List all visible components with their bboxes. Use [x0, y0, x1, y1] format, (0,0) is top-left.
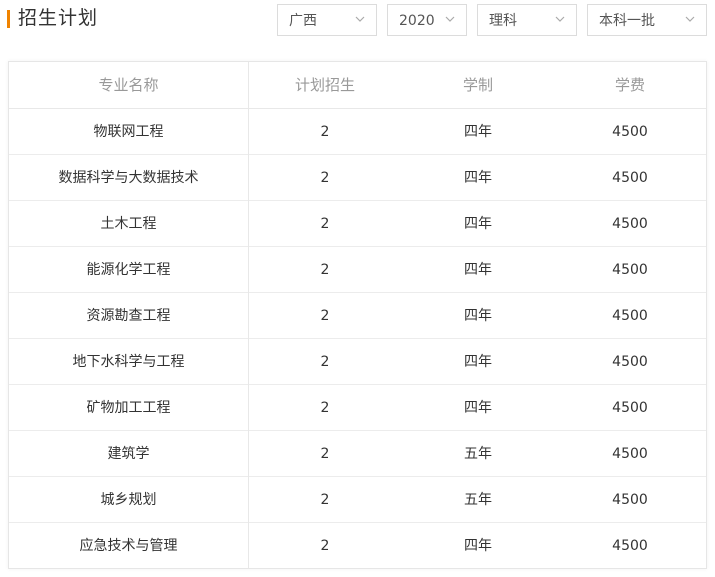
cell-fee: 4500 [612, 446, 648, 462]
cell-fee: 4500 [612, 308, 648, 324]
cell-duration: 四年 [464, 308, 492, 324]
cell-major: 物联网工程 [93, 124, 164, 140]
enrollment-plan-table: 专业名称 计划招生 学制 学费 物联网工程 2 四年 4500 数据科学与大数据… [8, 61, 707, 569]
cell-fee: 4500 [612, 538, 648, 554]
year-select[interactable]: 2020 [387, 4, 467, 36]
table-row: 地下水科学与工程 2 四年 4500 [9, 339, 706, 385]
cell-duration: 四年 [464, 354, 492, 370]
table-row: 矿物加工工程 2 四年 4500 [9, 385, 706, 431]
cell-plan: 2 [320, 492, 330, 508]
table-row: 资源勘查工程 2 四年 4500 [9, 293, 706, 339]
subject-select-value: 理科 [489, 13, 517, 29]
cell-plan: 2 [320, 446, 330, 462]
chevron-down-icon [354, 13, 366, 25]
subject-select[interactable]: 理科 [477, 4, 577, 36]
column-header-fee: 学费 [614, 76, 645, 94]
chevron-down-icon [684, 13, 696, 25]
batch-select[interactable]: 本科一批 [587, 4, 707, 36]
chevron-down-icon [444, 13, 456, 25]
province-select-value: 广西 [289, 13, 317, 29]
province-select[interactable]: 广西 [277, 4, 377, 36]
cell-major: 土木工程 [100, 216, 157, 232]
cell-duration: 四年 [464, 400, 492, 416]
cell-fee: 4500 [612, 492, 648, 508]
table-header: 专业名称 计划招生 学制 学费 [9, 62, 706, 109]
column-header-plan: 计划招生 [294, 76, 355, 94]
table-row: 能源化学工程 2 四年 4500 [9, 247, 706, 293]
table-row: 建筑学 2 五年 4500 [9, 431, 706, 477]
cell-plan: 2 [320, 538, 330, 554]
page-title: 招生计划 [18, 7, 99, 29]
cell-duration: 四年 [464, 124, 492, 140]
year-select-value: 2020 [399, 13, 435, 29]
cell-major: 应急技术与管理 [79, 538, 178, 554]
cell-fee: 4500 [612, 354, 648, 370]
table-row: 城乡规划 2 五年 4500 [9, 477, 706, 523]
cell-major: 地下水科学与工程 [72, 354, 185, 370]
cell-plan: 2 [320, 400, 330, 416]
cell-duration: 四年 [464, 538, 492, 554]
cell-fee: 4500 [612, 262, 648, 278]
cell-duration: 五年 [464, 446, 492, 462]
table-row: 数据科学与大数据技术 2 四年 4500 [9, 155, 706, 201]
cell-duration: 四年 [464, 170, 492, 186]
cell-major: 数据科学与大数据技术 [58, 170, 199, 186]
table-row: 应急技术与管理 2 四年 4500 [9, 523, 706, 569]
table-row: 物联网工程 2 四年 4500 [9, 109, 706, 155]
cell-plan: 2 [320, 308, 330, 324]
cell-major: 能源化学工程 [86, 262, 171, 278]
cell-major: 资源勘查工程 [86, 308, 171, 324]
cell-fee: 4500 [612, 400, 648, 416]
cell-major: 建筑学 [107, 446, 150, 462]
batch-select-value: 本科一批 [599, 13, 655, 29]
cell-major: 城乡规划 [100, 492, 157, 508]
cell-plan: 2 [320, 124, 330, 140]
cell-major: 矿物加工工程 [86, 400, 171, 416]
cell-fee: 4500 [612, 170, 648, 186]
column-header-duration: 学制 [462, 76, 493, 94]
cell-plan: 2 [320, 262, 330, 278]
cell-duration: 四年 [464, 216, 492, 232]
cell-plan: 2 [320, 216, 330, 232]
cell-plan: 2 [320, 354, 330, 370]
cell-fee: 4500 [612, 124, 648, 140]
cell-duration: 四年 [464, 262, 492, 278]
page-header: 招生计划 广西 2020 理科 本科一批 [0, 0, 715, 44]
cell-fee: 4500 [612, 216, 648, 232]
column-header-major: 专业名称 [98, 76, 159, 94]
cell-plan: 2 [320, 170, 330, 186]
cell-duration: 五年 [464, 492, 492, 508]
column-divider [248, 62, 249, 568]
chevron-down-icon [554, 13, 566, 25]
table-row: 土木工程 2 四年 4500 [9, 201, 706, 247]
title-accent-bar [7, 10, 10, 28]
